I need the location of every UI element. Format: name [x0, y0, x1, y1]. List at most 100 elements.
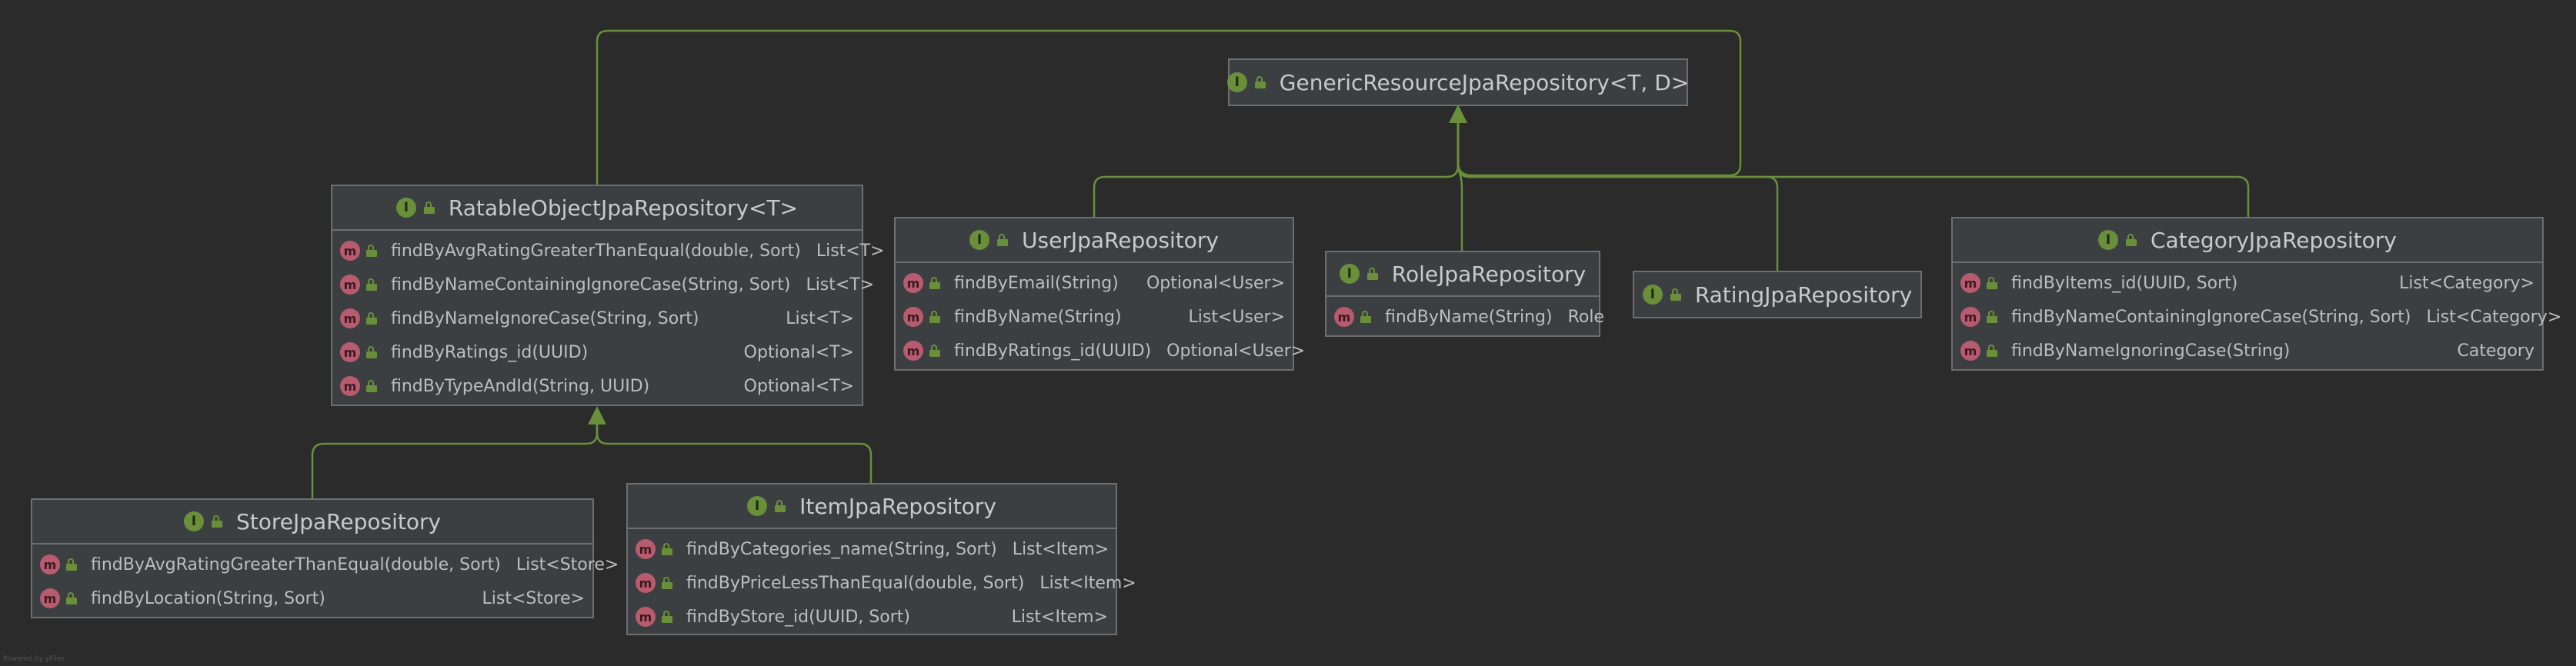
- public-lock-icon: [662, 543, 672, 555]
- method-icon: m: [1334, 307, 1354, 327]
- public-lock-icon: [997, 234, 1009, 246]
- public-lock-icon: [1670, 288, 1681, 301]
- interface-header: I CategoryJpaRepository: [1953, 218, 2542, 263]
- method-signature: findByNameContainingIgnoreCase(String, S…: [391, 275, 791, 295]
- edge-rating-to-generic: [1457, 114, 1779, 271]
- interface-title: GenericResourceJpaRepository<T, D>: [1279, 69, 1690, 95]
- method-return-type: Optional<User>: [1166, 341, 1306, 361]
- interface-title: RatableObjectJpaRepository<T>: [448, 195, 799, 221]
- method-icon: m: [1960, 341, 1980, 361]
- method-row[interactable]: m findByAvgRatingGreaterThanEqual(double,…: [32, 548, 619, 581]
- method-row[interactable]: m findByNameContainingIgnoreCase(String, …: [1953, 300, 2561, 334]
- public-lock-icon: [66, 558, 77, 571]
- public-lock-icon: [1987, 311, 1997, 323]
- interface-header: I RatableObjectJpaRepository<T>: [332, 186, 862, 231]
- method-row[interactable]: m findByStore_id(UUID, Sort) List<Item>: [628, 600, 1116, 634]
- method-signature: findByName(String): [954, 307, 1122, 327]
- public-lock-icon: [366, 312, 377, 325]
- public-lock-icon: [366, 380, 377, 392]
- method-row[interactable]: m findByName(String) List<User>: [896, 300, 1293, 334]
- method-signature: findByAvgRatingGreaterThanEqual(double, …: [391, 241, 801, 261]
- method-icon: m: [636, 539, 656, 559]
- interface-icon: I: [747, 496, 768, 516]
- method-signature: findByEmail(String): [954, 273, 1119, 293]
- interface-user-jpa-repository[interactable]: I UserJpaRepository m findByEmail(String)…: [894, 217, 1305, 371]
- interface-header: I StoreJpaRepository: [32, 500, 592, 544]
- interface-generic-resource-jpa-repository[interactable]: I GenericResourceJpaRepository<T, D>: [1226, 58, 1690, 106]
- footer-watermark: Powered by yFiles: [3, 655, 65, 663]
- method-icon: m: [636, 573, 656, 593]
- method-list: m findByName(String) Role: [1326, 297, 1604, 337]
- method-icon: m: [340, 308, 360, 328]
- method-return-type: Optional<T>: [743, 376, 854, 396]
- method-row[interactable]: m findByLocation(String, Sort) List<Store>: [32, 581, 592, 615]
- method-icon: m: [40, 554, 60, 574]
- interface-icon: I: [1226, 72, 1247, 92]
- method-row[interactable]: m findByNameIgnoringCase(String) Category: [1953, 334, 2542, 368]
- method-row[interactable]: m findByNameContainingIgnoreCase(String, …: [332, 268, 874, 301]
- interface-title: CategoryJpaRepository: [2151, 227, 2397, 253]
- method-row[interactable]: m findByRatings_id(UUID) Optional<T>: [332, 335, 862, 369]
- public-lock-icon: [775, 500, 786, 512]
- method-return-type: List<Category>: [2399, 273, 2534, 293]
- interface-title: StoreJpaRepository: [235, 508, 442, 534]
- interface-item-jpa-repository[interactable]: I ItemJpaRepository m findByCategories_na…: [626, 483, 1136, 637]
- method-row[interactable]: m findByItems_id(UUID, Sort) List<Category…: [1953, 266, 2542, 300]
- interface-header: I RoleJpaRepository: [1326, 252, 1599, 297]
- method-signature: findByNameIgnoringCase(String): [2011, 341, 2291, 361]
- public-lock-icon: [662, 577, 672, 589]
- interface-icon: I: [2098, 230, 2118, 250]
- interface-icon: I: [1642, 285, 1663, 305]
- interface-category-jpa-repository[interactable]: I CategoryJpaRepository m findByItems_id(…: [1951, 217, 2561, 371]
- method-return-type: Role: [1567, 307, 1605, 327]
- public-lock-icon: [929, 311, 940, 323]
- interface-role-jpa-repository[interactable]: I RoleJpaRepository m findByName(String) R…: [1325, 251, 1604, 337]
- method-row[interactable]: m findByAvgRatingGreaterThanEqual(double,…: [332, 234, 885, 268]
- method-return-type: List<Category>: [2426, 307, 2562, 327]
- method-return-type: List<Item>: [1012, 539, 1109, 559]
- method-row[interactable]: m findByEmail(String) Optional<User>: [896, 266, 1293, 300]
- method-row[interactable]: m findByNameIgnoreCase(String, Sort) List<…: [332, 301, 862, 335]
- method-list: m findByCategories_name(String, Sort) List…: [628, 529, 1136, 637]
- method-signature: findByRatings_id(UUID): [391, 342, 589, 362]
- method-icon: m: [340, 241, 360, 261]
- edge-category-to-generic: [1457, 114, 2250, 217]
- method-row[interactable]: m findByRatings_id(UUID) Optional<User>: [896, 334, 1305, 368]
- interface-ratable-object-jpa-repository[interactable]: I RatableObjectJpaRepository<T> m findByA…: [331, 185, 885, 406]
- method-row[interactable]: m findByCategories_name(String, Sort) List…: [628, 532, 1116, 566]
- method-icon: m: [903, 273, 923, 293]
- method-return-type: List<User>: [1188, 307, 1285, 327]
- interface-header: I ItemJpaRepository: [628, 485, 1116, 529]
- arrowhead-generic: [1449, 105, 1467, 123]
- public-lock-icon: [423, 201, 435, 214]
- method-row[interactable]: m findByTypeAndId(String, UUID) Optional<T…: [332, 369, 862, 403]
- method-icon: m: [1960, 307, 1980, 327]
- interface-header: I GenericResourceJpaRepository<T, D>: [1226, 60, 1690, 105]
- method-return-type: Category: [2457, 341, 2535, 361]
- method-signature: findByNameContainingIgnoreCase(String, S…: [2011, 307, 2411, 327]
- method-return-type: List<Item>: [1011, 607, 1108, 627]
- interface-title: ItemJpaRepository: [799, 493, 996, 519]
- method-signature: findByRatings_id(UUID): [954, 341, 1152, 361]
- method-row[interactable]: m findByName(String) Role: [1326, 300, 1604, 334]
- method-list: m findByItems_id(UUID, Sort) List<Category…: [1953, 263, 2561, 371]
- method-icon: m: [340, 342, 360, 362]
- edge-ratable-to-generic: [596, 29, 1742, 185]
- method-signature: findByTypeAndId(String, UUID): [391, 376, 650, 396]
- interface-icon: I: [1339, 264, 1360, 284]
- method-row[interactable]: m findByPriceLessThanEqual(double, Sort) L…: [628, 566, 1136, 600]
- interface-header: I UserJpaRepository: [896, 218, 1293, 263]
- method-icon: m: [636, 607, 656, 627]
- method-return-type: List<T>: [806, 275, 875, 295]
- method-signature: findByStore_id(UUID, Sort): [686, 607, 910, 627]
- method-signature: findByNameIgnoreCase(String, Sort): [391, 308, 699, 328]
- method-icon: m: [903, 341, 923, 361]
- method-icon: m: [903, 307, 923, 327]
- public-lock-icon: [1254, 76, 1266, 88]
- method-signature: findByPriceLessThanEqual(double, Sort): [686, 573, 1025, 593]
- method-icon: m: [340, 275, 360, 295]
- interface-rating-jpa-repository[interactable]: I RatingJpaRepository: [1633, 271, 1922, 318]
- method-signature: findByItems_id(UUID, Sort): [2011, 273, 2238, 293]
- method-return-type: List<T>: [786, 308, 854, 328]
- interface-store-jpa-repository[interactable]: I StoreJpaRepository m findByAvgRatingGre…: [31, 498, 619, 618]
